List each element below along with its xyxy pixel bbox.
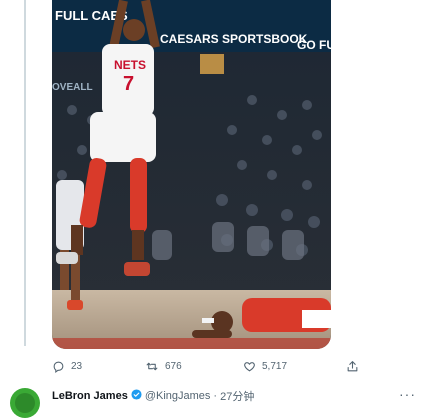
heart-icon bbox=[243, 360, 256, 373]
jersey-number: 7 bbox=[123, 73, 134, 95]
jersey-text: NETS bbox=[114, 58, 146, 72]
tweet-timestamp[interactable]: 27分钟 bbox=[220, 388, 254, 404]
share-icon bbox=[346, 360, 359, 373]
reply-button[interactable]: 23 bbox=[52, 360, 82, 373]
share-button[interactable] bbox=[346, 360, 359, 373]
retweet-count: 676 bbox=[165, 361, 182, 372]
verified-badge-icon bbox=[131, 389, 142, 403]
tweet-image[interactable]: FULL CAES CAESARS SPORTSBOOK GO FUL OVEA… bbox=[52, 0, 331, 349]
banner-text-center: CAESARS SPORTSBOOK bbox=[160, 32, 308, 46]
tweet-author-row: LeBron James @KingJames · 27分钟 bbox=[52, 388, 254, 404]
reply-icon bbox=[52, 360, 65, 373]
meta-separator: · bbox=[213, 390, 218, 402]
author-name[interactable]: LeBron James bbox=[52, 390, 128, 402]
reply-count: 23 bbox=[71, 361, 83, 372]
author-handle[interactable]: @KingJames bbox=[145, 390, 211, 402]
like-button[interactable]: 5,717 bbox=[243, 360, 287, 373]
retweet-button[interactable]: 676 bbox=[145, 360, 182, 373]
next-tweet[interactable]: LeBron James @KingJames · 27分钟 ··· bbox=[0, 386, 428, 418]
thread-line bbox=[24, 0, 26, 346]
retweet-icon bbox=[145, 360, 159, 373]
like-count: 5,717 bbox=[262, 361, 288, 372]
tweet-action-bar: 23 676 5,717 bbox=[0, 360, 428, 376]
side-banner-text: OVEALL bbox=[52, 82, 93, 93]
avatar[interactable] bbox=[10, 388, 40, 418]
banner-text-right: GO FUL bbox=[297, 38, 331, 52]
